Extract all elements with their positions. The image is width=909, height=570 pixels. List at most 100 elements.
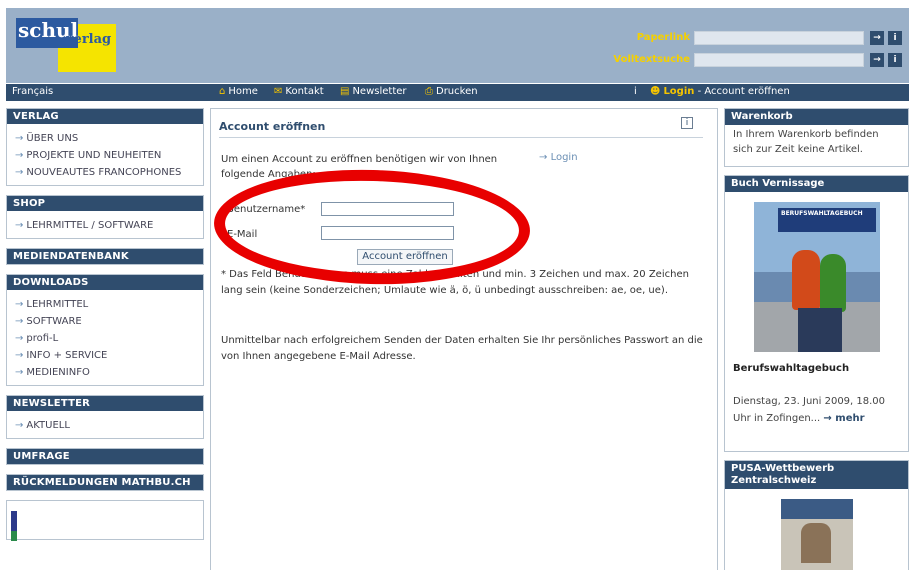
image-person [792,250,820,310]
cart-box: Warenkorb In Ihrem Warenkorb befinden si… [724,108,909,167]
sidebar-item-label: LEHRMITTEL / SOFTWARE [26,220,154,231]
sidebar-item-projekte[interactable]: → PROJEKTE UND NEUHEITEN [15,147,203,164]
sidebar-item-label: PROJEKTE UND NEUHEITEN [26,150,162,161]
arrow-right-icon: → [15,333,24,344]
arrow-right-icon: → [15,350,24,361]
sidebar-item-label: MEDIENINFO [26,367,90,378]
sidebar-title-rueckmeldungen[interactable]: RÜCKMELDUNGEN MATHBU.CH [7,475,203,490]
vernissage-title: Buch Vernissage [725,176,908,192]
right-sidebar: Warenkorb In Ihrem Warenkorb befinden si… [724,108,909,570]
arrow-right-icon: → [15,316,24,327]
sidebar-item-aktuell[interactable]: → AKTUELL [15,417,203,434]
sidebar-title-umfrage[interactable]: UMFRAGE [7,449,203,464]
sidebar-box-banner [6,500,204,541]
site-header: schul verlag Paperlink → i Volltextsuche… [6,8,909,83]
logo-sub-text: verlag [66,32,112,47]
sidebar-title-mediendatenbank[interactable]: MEDIENDATENBANK [7,249,203,264]
sidebar-item-dl-profil[interactable]: → profi-L [15,330,203,347]
paperlink-label: Paperlink [636,32,690,43]
more-link-label: mehr [835,413,865,424]
paperlink-info-icon[interactable]: i [888,31,902,45]
paperlink-input[interactable] [694,31,864,45]
sidebar-item-dl-lehrmittel[interactable]: → LEHRMITTEL [15,296,203,313]
pusa-box: PUSA-Wettbewerb Zentralschweiz [724,460,909,570]
arrow-right-icon: → [15,299,24,310]
cart-title[interactable]: Warenkorb [725,109,908,125]
sidebar-box-newsletter: NEWSLETTER → AKTUELL [6,395,204,439]
sidebar-item-label: INFO + SERVICE [26,350,108,361]
more-link[interactable]: → mehr [823,413,864,424]
language-link[interactable]: Français [12,86,53,97]
search-input[interactable] [694,53,864,67]
sidebar-item-dl-medieninfo[interactable]: → MEDIENINFO [15,364,203,381]
sidebar-box-shop: SHOP → LEHRMITTEL / SOFTWARE [6,195,204,239]
mail-icon: ✉ [274,86,283,97]
sidebar-item-label: LEHRMITTEL [26,299,89,310]
arrow-right-icon: → [15,133,24,144]
sidebar-title-shop[interactable]: SHOP [7,196,203,211]
image-person-legs [798,308,842,352]
sidebar-item-label: profi-L [26,333,59,344]
sidebar-box-rueckmeldungen: RÜCKMELDUNGEN MATHBU.CH [6,474,204,491]
password-note: Unmittelbar nach erfolgreichem Senden de… [221,335,703,362]
nav-newsletter[interactable]: ▤ Newsletter [340,86,407,97]
sidebar-box-downloads: DOWNLOADS → LEHRMITTEL → SOFTWARE → profi-L… [6,274,204,386]
page-title: Account eröffnen [219,120,326,133]
sidebar-item-dl-info-service[interactable]: → INFO + SERVICE [15,347,203,364]
arrow-right-icon: → [15,150,24,161]
banner-bar [11,531,17,541]
nav-home[interactable]: ⌂ Home [219,86,258,97]
sidebar-box-verlag: VERLAG → ÜBER UNS → PROJEKTE UND NEUHEITEN… [6,108,204,186]
sidebar-title-downloads[interactable]: DOWNLOADS [7,275,203,290]
vernissage-date: Dienstag, 23. Juni 2009, 18.00 Uhr in Zo… [733,393,903,427]
cart-text: In Ihrem Warenkorb befinden sich zur Zei… [733,129,879,155]
sidebar-box-umfrage: UMFRAGE [6,448,204,465]
user-icon: ☻ [650,86,661,97]
nav-kontakt[interactable]: ✉ Kontakt [274,86,324,97]
login-link-label: Login [550,152,578,163]
house-icon: ⌂ [219,86,226,97]
sidebar-item-dl-software[interactable]: → SOFTWARE [15,313,203,330]
image-sign: BERUFSWAHLTAGEBUCH [778,208,876,232]
left-sidebar: VERLAG → ÜBER UNS → PROJEKTE UND NEUHEITEN… [6,108,204,549]
sidebar-item-lehrmittel-software[interactable]: → LEHRMITTEL / SOFTWARE [15,217,203,234]
vernissage-box: Buch Vernissage BERUFSWAHLTAGEBUCH Beruf… [724,175,909,452]
arrow-right-icon: → [15,367,24,378]
schulverlag-logo[interactable]: schul verlag [16,18,116,72]
pusa-image[interactable] [781,499,853,570]
nav-drucken-label: Drucken [436,86,478,97]
arrow-right-icon: → [539,152,551,163]
nav-info-icon[interactable]: i [634,86,637,97]
sidebar-title-verlag[interactable]: VERLAG [7,109,203,124]
sidebar-item-label: AKTUELL [26,420,70,431]
search-info-icon[interactable]: i [888,53,902,67]
newsletter-icon: ▤ [340,86,350,97]
image-figure [801,523,831,563]
sidebar-item-label: ÜBER UNS [26,133,79,144]
nav-home-label: Home [228,86,258,97]
image-banner [781,499,853,519]
nav-login-area: ☻ Login - Account eröffnen [650,86,790,97]
image-person [820,254,846,312]
search-go-icon[interactable]: → [870,53,884,67]
pusa-title: PUSA-Wettbewerb Zentralschweiz [725,461,908,489]
sidebar-item-ueber-uns[interactable]: → ÜBER UNS [15,130,203,147]
sidebar-box-mediendatenbank: MEDIENDATENBANK [6,248,204,265]
nav-kontakt-label: Kontakt [285,86,324,97]
nav-newsletter-label: Newsletter [352,86,407,97]
arrow-right-icon: → [15,220,24,231]
paperlink-go-icon[interactable]: → [870,31,884,45]
top-nav-bar: Français ⌂ Home ✉ Kontakt ▤ Newsletter ⎙ Dru… [6,84,909,101]
vernissage-image[interactable]: BERUFSWAHLTAGEBUCH [754,202,880,352]
arrow-right-icon: → [823,413,836,424]
sidebar-title-newsletter[interactable]: NEWSLETTER [7,396,203,411]
vernissage-book-title: Berufswahltagebuch [733,363,850,374]
sidebar-item-nouveautes[interactable]: → NOUVEAUTES FRANCOPHONES [15,164,203,181]
title-divider [219,137,703,138]
login-link-main[interactable]: → Login [539,152,578,163]
search-label: Volltextsuche [613,54,690,65]
nav-drucken[interactable]: ⎙ Drucken [425,86,478,97]
login-link[interactable]: Login [663,86,694,97]
info-icon[interactable]: i [681,117,693,129]
arrow-right-icon: → [15,167,24,178]
